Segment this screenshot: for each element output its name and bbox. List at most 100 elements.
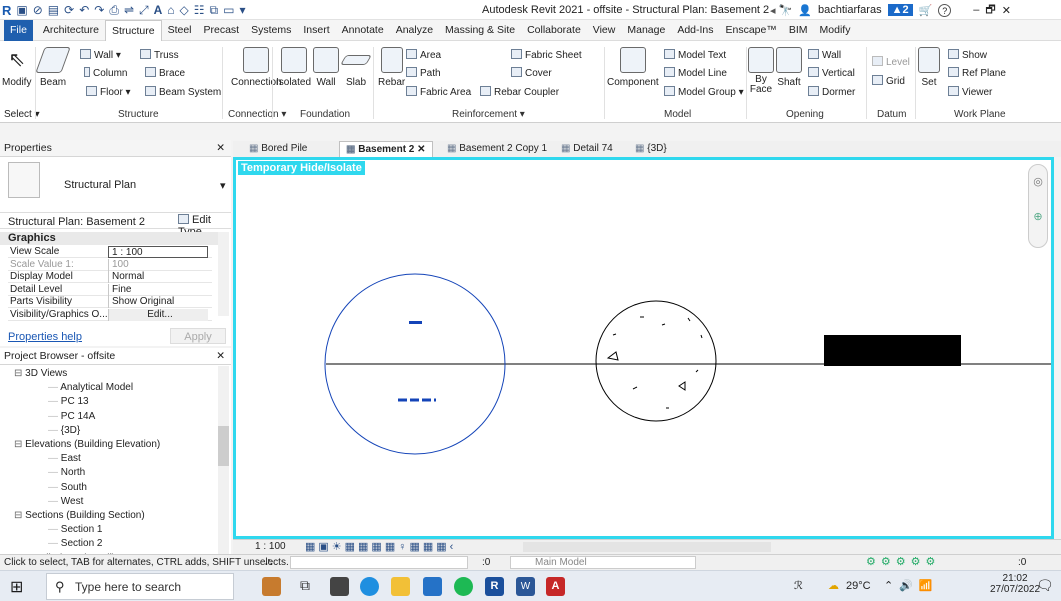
measure-icon[interactable]: ⇌ [124,3,134,17]
open-icon[interactable]: ⊘ [33,3,43,17]
app-icon[interactable] [330,577,349,596]
task-view-icon[interactable]: ⧉ [300,577,319,596]
area-button[interactable]: Area [406,49,441,61]
browser-item[interactable]: ⊟ Elevations (Building Elevation) [14,439,160,450]
weather-icon[interactable]: ☁ [828,579,839,592]
3d-view-icon[interactable]: ⌂ [167,3,174,17]
workset-dropdown[interactable] [290,556,468,569]
menu-tab-collaborate[interactable]: Collaborate [521,20,587,41]
isolated-foundation-button[interactable]: Isolated [276,47,311,88]
revit-logo-icon[interactable]: R [2,3,11,18]
view-control-icons[interactable]: ▦▣☀▦▦▦▦♀▦▦▦‹ [305,540,456,553]
expand-toggle-icon[interactable]: ⊟ [14,439,25,450]
close-button[interactable]: ✕ [1002,4,1011,17]
fabric-sheet-button[interactable]: Fabric Sheet [511,49,582,61]
wall-button[interactable]: Wall ▾ [80,49,121,61]
menu-tab-precast[interactable]: Precast [198,20,246,41]
selection-icons[interactable]: ⚙⚙⚙⚙⚙ [866,555,940,568]
shaft-button[interactable]: Shaft [776,47,802,88]
menu-tab-structure[interactable]: Structure [104,19,162,41]
model-text-button[interactable]: Model Text [664,49,726,61]
browser-item[interactable]: — PC 13 [48,396,89,407]
detail-circle[interactable] [595,300,717,422]
workset-icon[interactable]: ⛬ [265,556,273,569]
dormer-button[interactable]: Dormer [808,86,855,98]
menu-tab-file[interactable]: File [4,19,33,41]
zoom-icon[interactable]: ⊕ [1029,210,1047,223]
chevron-down-icon[interactable]: ▾ [220,179,226,192]
menu-tab-insert[interactable]: Insert [297,20,335,41]
print-icon[interactable]: ⎙ [109,3,119,18]
model-line-button[interactable]: Model Line [664,67,727,79]
connection-group-label[interactable]: Connection ▾ [228,109,286,120]
wall-opening-button[interactable]: Wall [808,49,841,61]
browser-item[interactable]: — {3D} [48,425,80,436]
username[interactable]: bachtiarfaras [818,4,882,16]
property-row[interactable]: Visibility/Graphics O... Edit... [8,308,212,321]
menu-tab-view[interactable]: View [587,20,622,41]
black-block[interactable] [824,335,961,366]
maximize-button[interactable]: 🗗 [985,1,995,20]
property-value[interactable]: Show Original [108,296,208,308]
browser-item[interactable]: — West [48,496,83,507]
tray-icons[interactable]: ⌃🔊📶 [884,579,939,592]
minimize-button[interactable]: – [973,4,979,16]
property-value[interactable]: 1 : 100 [108,246,208,258]
browser-item[interactable]: — PC 14A [48,411,95,422]
view-tab[interactable]: ▦ {3D} [629,141,673,157]
drawing-canvas[interactable]: Temporary Hide/Isolate ◎ ⊕ [233,157,1054,539]
property-row[interactable]: Parts Visibility Show Original [8,296,212,308]
menu-tab-manage[interactable]: Manage [621,20,671,41]
help-icon[interactable]: ? [938,3,952,17]
vertical-opening-button[interactable]: Vertical [808,67,855,79]
steering-wheel-icon[interactable]: ◎ [1029,175,1047,188]
menu-tab-massing-site[interactable]: Massing & Site [439,20,521,41]
browser-scrollbar[interactable] [218,366,229,554]
truss-button[interactable]: Truss [140,49,179,61]
menu-tab-steel[interactable]: Steel [162,20,198,41]
property-value[interactable]: 100 [108,258,208,271]
home-icon[interactable]: ▣ [16,3,27,17]
expand-toggle-icon[interactable]: ⊟ [14,510,25,521]
scroll-thumb[interactable] [218,426,229,466]
connection-button[interactable]: Connection [231,47,282,88]
section-icon[interactable]: ◇ [180,3,189,17]
fabric-area-button[interactable]: Fabric Area [406,86,471,98]
temperature[interactable]: 29°C [846,580,871,592]
floor-button[interactable]: Floor ▾ [86,86,131,98]
redo-icon[interactable]: ↷ [94,3,104,17]
property-row[interactable]: Display Model Normal [8,271,212,283]
view-tab[interactable]: ▦ Basement 2 Copy 1 [441,141,553,157]
beam-system-button[interactable]: Beam System [145,86,221,98]
menu-tab-add-ins[interactable]: Add-Ins [671,20,719,41]
show-workplane-button[interactable]: Show [948,49,987,61]
property-value[interactable]: Edit... [108,308,208,321]
edge-icon[interactable] [360,577,379,596]
user-icon[interactable]: 👤 [798,4,812,17]
property-row[interactable]: Detail Level Fine [8,283,212,296]
acrobat-icon[interactable]: A [546,577,565,596]
set-workplane-button[interactable]: Set [918,47,940,88]
view-tab[interactable]: ▦ Basement 2 ✕ [339,141,433,157]
by-face-button[interactable]: By Face [748,47,774,95]
property-row[interactable]: View Scale 1 : 100 [8,246,212,258]
menu-tab-modify[interactable]: Modify [814,20,857,41]
brace-button[interactable]: Brace [145,67,185,79]
menu-tab-enscape-[interactable]: Enscape™ [720,20,783,41]
modify-button[interactable]: ⇖ Modify [2,47,31,88]
text-icon[interactable]: A [154,3,163,17]
model-group-button[interactable]: Model Group ▾ [664,86,744,98]
view-tab[interactable]: ▦ Bored Pile [243,141,313,157]
word-icon[interactable]: W [516,577,535,596]
close-tab-icon[interactable]: ✕ [414,144,425,155]
spotify-icon[interactable] [454,577,473,596]
property-value[interactable]: Fine [108,283,208,296]
browser-item[interactable]: — South [48,482,87,493]
ref-plane-button[interactable]: Ref Plane [948,67,1006,79]
rebar-button[interactable]: Rebar [378,47,405,88]
dimension-icon[interactable]: ⤢ [139,3,149,18]
rebar-coupler-button[interactable]: Rebar Coupler [480,86,559,98]
wall-foundation-button[interactable]: Wall [313,47,339,88]
path-button[interactable]: Path [406,67,441,79]
browser-item[interactable]: ⊟ 3D Views [14,368,67,379]
